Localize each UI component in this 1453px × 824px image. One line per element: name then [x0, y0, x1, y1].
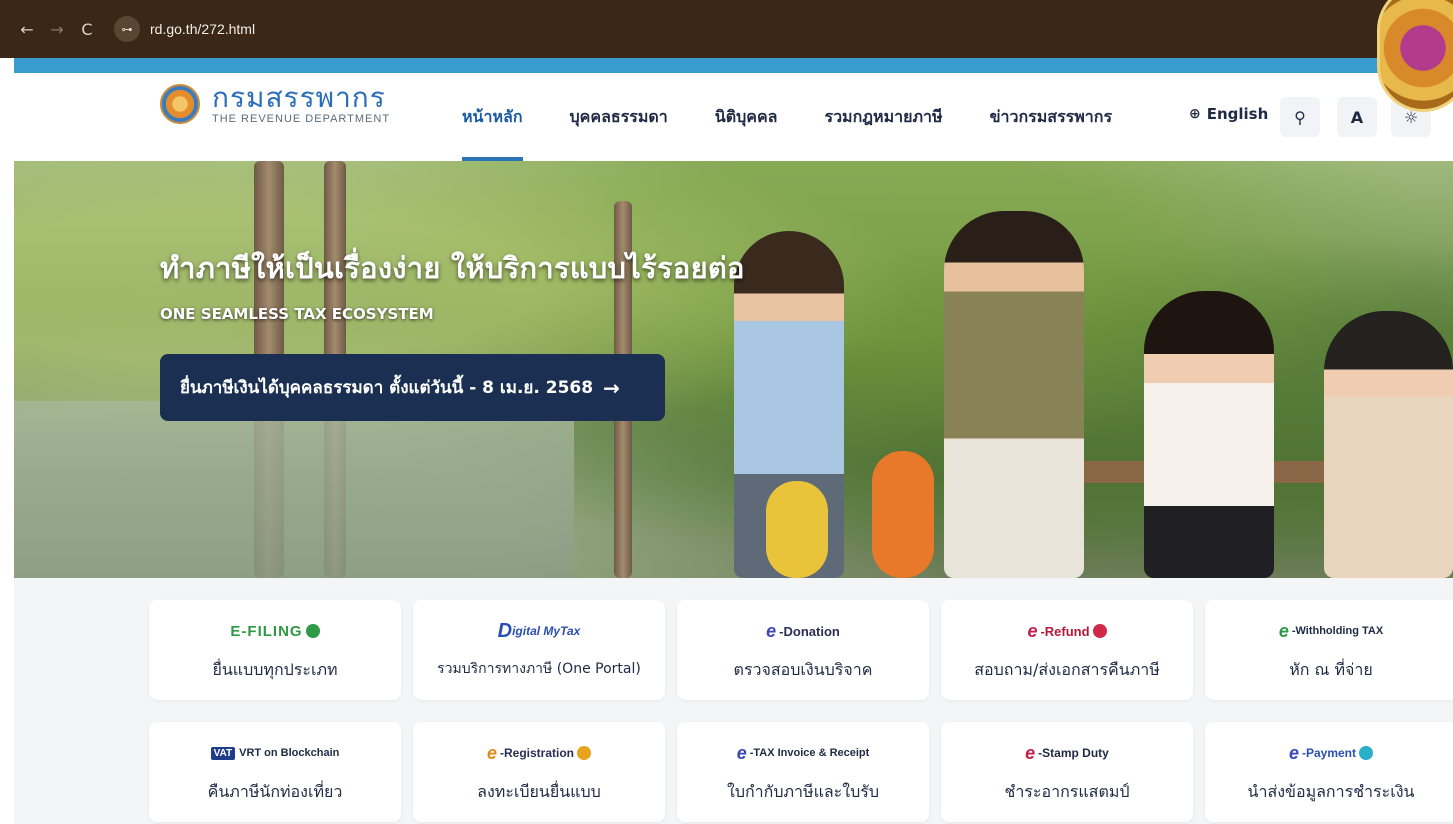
service-label: ตรวจสอบเงินบริจาค	[733, 660, 873, 679]
forward-arrow-icon[interactable]: →	[42, 20, 72, 39]
nav-item-individual[interactable]: บุคคลธรรมดา	[570, 73, 668, 161]
digital-mytax-logo: D igital MyTax	[497, 619, 581, 642]
service-card-edonation[interactable]: e -Donation ตรวจสอบเงินบริจาค	[677, 600, 929, 700]
service-card-withholding[interactable]: e -Withholding TAX หัก ณ ที่จ่าย	[1205, 600, 1453, 700]
file-tax-cta-button[interactable]: ยื่นภาษีเงินได้บุคคลธรรมดา ตั้งแต่วันนี้…	[160, 354, 665, 421]
eregistration-logo: e -Registration	[487, 740, 592, 766]
service-label: ใบกำกับภาษีและใบรับ	[727, 782, 879, 801]
woman-figure	[1144, 291, 1274, 578]
logo-thai-name: กรมสรรพากร	[212, 82, 386, 113]
service-card-payment[interactable]: e -Payment นำส่งข้อมูลการชำระเงิน	[1205, 722, 1453, 822]
arrow-right-icon: →	[603, 375, 620, 400]
edonation-logo: e -Donation	[766, 620, 840, 641]
service-card-mytax[interactable]: D igital MyTax รวมบริการทางภาษี (One Por…	[413, 600, 665, 700]
vrt-blockchain-logo: VAT VRT on Blockchain	[210, 740, 339, 766]
hero-banner: ทำภาษีให้เป็นเรื่องง่าย ให้บริการแบบไร้ร…	[14, 161, 1453, 578]
hero-subtitle: ONE SEAMLESS TAX ECOSYSTEM	[160, 305, 434, 323]
reload-icon[interactable]: C	[72, 20, 102, 39]
logo-text: กรมสรรพากร THE REVENUE DEPARTMENT	[212, 82, 391, 126]
service-card-vat-refund[interactable]: VAT VRT on Blockchain คืนภาษีนักท่องเที่…	[149, 722, 401, 822]
nav-item-news[interactable]: ข่าวกรมสรรพากร	[990, 73, 1113, 161]
top-accent-strip	[14, 58, 1453, 73]
hero-title: ทำภาษีให้เป็นเรื่องง่าย ให้บริการแบบไร้ร…	[160, 251, 745, 285]
language-label: English	[1206, 105, 1269, 123]
service-card-tax-invoice[interactable]: e -TAX Invoice & Receipt ใบกำกับภาษีและใ…	[677, 722, 929, 822]
address-bar[interactable]: ⊶ rd.go.th/272.html	[114, 16, 255, 42]
cta-label: ยื่นภาษีเงินได้บุคคลธรรมดา ตั้งแต่วันนี้…	[180, 378, 594, 398]
service-card-erefund[interactable]: e -Refund สอบถาม/ส่งเอกสารคืนภาษี	[941, 600, 1193, 700]
language-switch[interactable]: ⊕ English	[1189, 105, 1268, 123]
ewithholding-logo: e -Withholding TAX	[1278, 620, 1384, 641]
services-grid: E-FILING ยื่นแบบทุกประเภท D igital MyTax…	[14, 578, 1453, 824]
revenue-emblem-icon	[160, 84, 200, 124]
site-header: กรมสรรพากร THE REVENUE DEPARTMENT หน้าหล…	[14, 73, 1453, 161]
font-size-button[interactable]: A	[1337, 97, 1377, 137]
service-card-efiling[interactable]: E-FILING ยื่นแบบทุกประเภท	[149, 600, 401, 700]
nav-item-home[interactable]: หน้าหลัก	[462, 73, 523, 161]
url-text[interactable]: rd.go.th/272.html	[150, 21, 255, 37]
etax-invoice-logo: e -TAX Invoice & Receipt	[736, 742, 870, 763]
site-info-icon[interactable]: ⊶	[114, 16, 140, 42]
service-label: ลงทะเบียนยื่นแบบ	[477, 782, 601, 801]
service-label: สอบถาม/ส่งเอกสารคืนภาษี	[974, 660, 1160, 679]
service-label: รวมบริการทางภาษี (One Portal)	[437, 661, 641, 677]
pond	[14, 401, 574, 578]
service-label: คืนภาษีนักท่องเที่ยว	[207, 782, 343, 801]
browser-toolbar: ← → C ⊶ rd.go.th/272.html	[0, 0, 1453, 58]
epayment-logo: e -Payment	[1289, 740, 1374, 766]
service-card-stamp-duty[interactable]: e -Stamp Duty ชำระอากรแสตมป์	[941, 722, 1193, 822]
royal-seal-icon	[1377, 0, 1453, 112]
skateboard	[872, 451, 934, 578]
search-button[interactable]: ⚲	[1280, 97, 1320, 137]
globe-icon: ⊕	[1189, 106, 1201, 122]
man-figure	[944, 211, 1084, 578]
main-nav: หน้าหลัก บุคคลธรรมดา นิติบุคคล รวมกฎหมาย…	[462, 73, 1159, 161]
service-label: ชำระอากรแสตมป์	[1004, 782, 1130, 801]
site-logo[interactable]: กรมสรรพากร THE REVENUE DEPARTMENT	[160, 83, 390, 125]
badge-icon	[1092, 624, 1107, 638]
nav-item-juristic[interactable]: นิติบุคคล	[715, 73, 778, 161]
skateboard	[766, 481, 828, 578]
woman-figure	[1324, 311, 1453, 578]
service-label: ยื่นแบบทุกประเภท	[212, 660, 338, 679]
back-arrow-icon[interactable]: ←	[12, 20, 42, 39]
logo-english-name: THE REVENUE DEPARTMENT	[212, 113, 391, 125]
erefund-logo: e -Refund	[1027, 618, 1107, 644]
badge-icon	[1359, 746, 1374, 760]
service-label: นำส่งข้อมูลการชำระเงิน	[1247, 782, 1415, 801]
service-label: หัก ณ ที่จ่าย	[1289, 660, 1373, 679]
efiling-logo: E-FILING	[230, 618, 320, 644]
badge-icon	[305, 624, 320, 638]
badge-icon	[577, 746, 592, 760]
nav-item-tax-law[interactable]: รวมกฎหมายภาษี	[824, 73, 942, 161]
search-icon: ⚲	[1294, 107, 1306, 127]
service-card-registration[interactable]: e -Registration ลงทะเบียนยื่นแบบ	[413, 722, 665, 822]
estamp-duty-logo: e -Stamp Duty	[1025, 742, 1109, 763]
